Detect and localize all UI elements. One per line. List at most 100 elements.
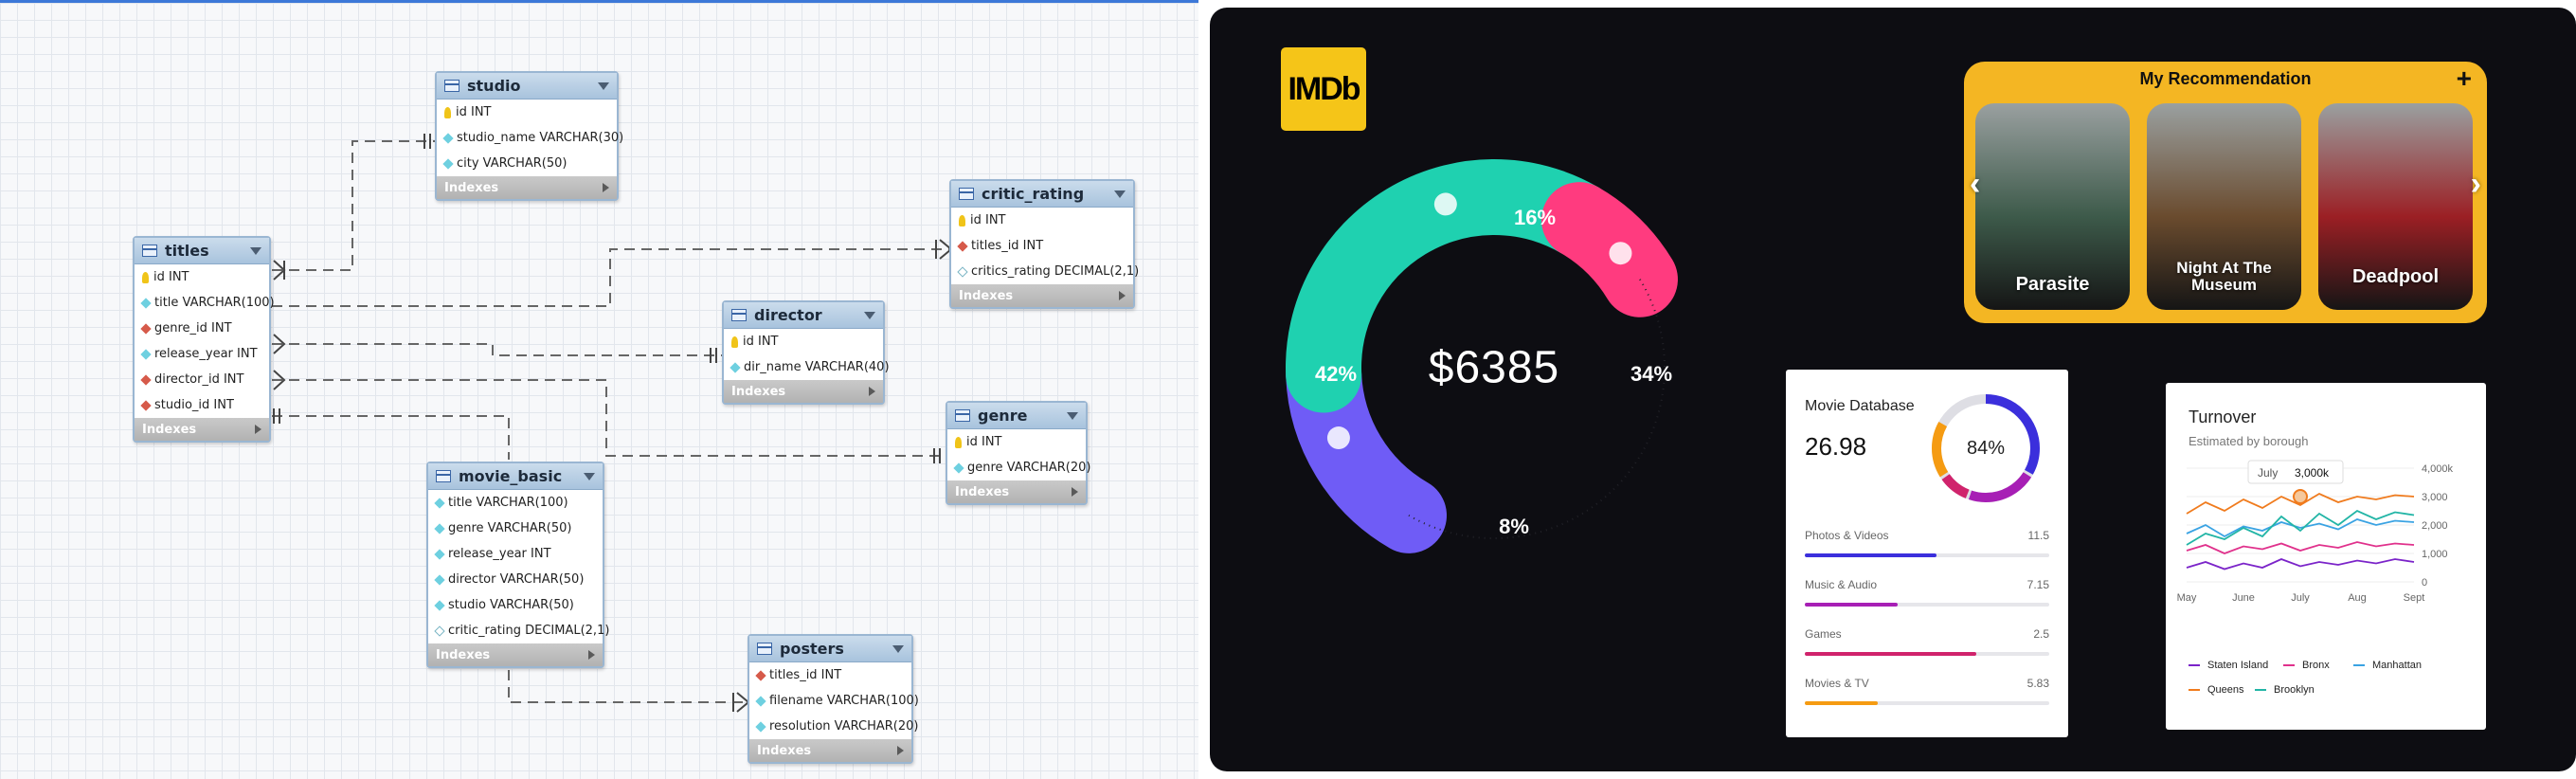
column-filename[interactable]: filename VARCHAR(100) xyxy=(749,688,919,714)
category-label: Music & Audio xyxy=(1805,578,1878,591)
table-titles[interactable]: titles id INT title VARCHAR(100) genre_id I… xyxy=(133,236,275,443)
category-value: 11.5 xyxy=(2027,529,2049,542)
poster-parasite[interactable]: Parasite xyxy=(1975,103,2130,310)
table-header[interactable]: movie_basic xyxy=(428,463,603,490)
column-id[interactable]: id INT xyxy=(437,100,617,125)
indexes-section[interactable]: Indexes xyxy=(135,418,269,441)
table-genre[interactable]: genre id INT genre VARCHAR(20) Indexes xyxy=(946,401,1090,505)
column-genre[interactable]: genre VARCHAR(20) xyxy=(947,455,1090,480)
column-title[interactable]: title VARCHAR(100) xyxy=(135,290,275,316)
table-header[interactable]: genre xyxy=(947,403,1086,429)
chevron-right-icon[interactable]: › xyxy=(2471,166,2481,203)
table-name: titles xyxy=(165,242,209,260)
column-studio[interactable]: studio VARCHAR(50) xyxy=(428,592,603,618)
column-icon xyxy=(442,157,454,170)
x-tick-label: Sept xyxy=(2404,592,2425,604)
poster-deadpool[interactable]: Deadpool xyxy=(2318,103,2473,310)
caret-down-icon[interactable] xyxy=(1067,411,1078,420)
poster-title: Night At The Museum xyxy=(2176,258,2272,295)
column-director_id[interactable]: director_id INT xyxy=(135,367,269,392)
table-name: genre xyxy=(978,407,1028,425)
column-title[interactable]: title VARCHAR(100) xyxy=(428,490,603,516)
column-label: genre VARCHAR(20) xyxy=(967,461,1091,475)
indexes-section[interactable]: Indexes xyxy=(437,176,617,199)
poster-night-at-the-museum[interactable]: Night At The Museum xyxy=(2147,103,2301,310)
caret-down-icon[interactable] xyxy=(250,246,261,255)
imdb-dashboard: IMDb $6385 16% 34% 8% 42% My Recommendat… xyxy=(1210,8,2576,771)
indexes-section[interactable]: Indexes xyxy=(428,643,603,666)
series-line xyxy=(2186,558,2415,571)
table-header[interactable]: titles xyxy=(135,238,269,264)
column-label: id INT xyxy=(153,270,189,284)
column-studio_name[interactable]: studio_name VARCHAR(30) xyxy=(437,125,623,151)
column-label: id INT xyxy=(743,335,779,349)
column-label: title VARCHAR(100) xyxy=(154,296,275,310)
indexes-section[interactable]: Indexes xyxy=(724,380,883,403)
foreign-key-icon xyxy=(755,669,766,681)
legend-label: Queens xyxy=(2207,684,2244,696)
column-label: critic_rating DECIMAL(2,1) xyxy=(448,624,610,638)
table-header[interactable]: studio xyxy=(437,73,617,100)
column-city[interactable]: city VARCHAR(50) xyxy=(437,151,617,176)
segment-marker-icon xyxy=(1433,192,1457,216)
column-critic_rating[interactable]: critic_rating DECIMAL(2,1) xyxy=(428,618,609,643)
indexes-section[interactable]: Indexes xyxy=(951,284,1133,307)
imdb-logo: IMDb xyxy=(1281,47,1366,131)
column-label: release_year INT xyxy=(154,347,258,361)
triangle-right-icon xyxy=(255,425,261,434)
indexes-label: Indexes xyxy=(436,647,491,662)
column-id[interactable]: id INT xyxy=(724,329,883,354)
column-icon xyxy=(434,522,445,534)
erd-canvas[interactable]: titles id INT title VARCHAR(100) genre_id I… xyxy=(0,0,1198,779)
indexes-label: Indexes xyxy=(142,422,197,437)
legend-item[interactable]: Brooklyn xyxy=(2255,684,2315,696)
column-id[interactable]: id INT xyxy=(135,264,269,290)
caret-down-icon[interactable] xyxy=(1114,190,1126,198)
column-resolution[interactable]: resolution VARCHAR(20) xyxy=(749,714,918,739)
column-id[interactable]: id INT xyxy=(947,429,1086,455)
table-studio[interactable]: studio id INT studio_name VARCHAR(30) city … xyxy=(435,71,623,201)
column-icon xyxy=(434,497,445,509)
column-id[interactable]: id INT xyxy=(951,208,1133,233)
poster-title: Deadpool xyxy=(2351,266,2440,287)
add-icon[interactable]: + xyxy=(2457,63,2472,94)
column-label: critics_rating DECIMAL(2,1) xyxy=(971,264,1140,279)
column-titles_id[interactable]: titles_id INT xyxy=(749,662,911,688)
column-label: titles_id INT xyxy=(971,239,1044,253)
indexes-section[interactable]: Indexes xyxy=(749,739,911,762)
turnover-title: Turnover xyxy=(2189,408,2257,426)
column-release_year[interactable]: release_year INT xyxy=(428,541,603,567)
indexes-section[interactable]: Indexes xyxy=(947,480,1086,503)
table-name: critic_rating xyxy=(982,185,1085,203)
table-director[interactable]: director id INT dir_name VARCHAR(40) Indexe… xyxy=(722,300,890,405)
turnover-line-chart[interactable]: 0 1,000 2,000 3,000 4,000k May June July Aug Sept… xyxy=(2166,459,2486,648)
column-titles_id[interactable]: titles_id INT xyxy=(951,233,1133,259)
segment-marker-icon xyxy=(1326,426,1350,450)
table-header[interactable]: posters xyxy=(749,636,911,662)
chevron-left-icon[interactable]: ‹ xyxy=(1970,166,1980,203)
caret-down-icon[interactable] xyxy=(892,644,904,653)
caret-down-icon[interactable] xyxy=(598,82,609,90)
column-dir_name[interactable]: dir_name VARCHAR(40) xyxy=(724,354,890,380)
column-genre[interactable]: genre VARCHAR(50) xyxy=(428,516,603,541)
primary-key-icon xyxy=(731,335,738,348)
column-critics_rating[interactable]: critics_rating DECIMAL(2,1) xyxy=(951,259,1139,284)
legend-item[interactable]: Bronx xyxy=(2283,660,2330,671)
legend-item[interactable]: Staten Island xyxy=(2189,660,2268,671)
column-genre_id[interactable]: genre_id INT xyxy=(135,316,269,341)
table-header[interactable]: director xyxy=(724,302,883,329)
column-label: director_id INT xyxy=(154,372,244,387)
table-posters[interactable]: posters titles_id INT filename VARCHAR(100… xyxy=(748,634,919,764)
table-header[interactable]: critic_rating xyxy=(951,181,1133,208)
category-row: Movies & TV 5.83 xyxy=(1805,677,2049,705)
caret-down-icon[interactable] xyxy=(584,472,595,480)
column-studio_id[interactable]: studio_id INT xyxy=(135,392,269,418)
table-movie-basic[interactable]: movie_basic title VARCHAR(100) genre VARCH… xyxy=(426,462,609,668)
legend-item[interactable]: Queens xyxy=(2189,684,2244,696)
legend-item[interactable]: Manhattan xyxy=(2353,660,2422,671)
caret-down-icon[interactable] xyxy=(864,311,875,319)
column-director[interactable]: director VARCHAR(50) xyxy=(428,567,603,592)
legend-label: Brooklyn xyxy=(2274,684,2315,696)
table-critic-rating[interactable]: critic_ratingid INT titles_id INT critics_… xyxy=(949,179,1139,309)
column-release_year[interactable]: release_year INT xyxy=(135,341,269,367)
